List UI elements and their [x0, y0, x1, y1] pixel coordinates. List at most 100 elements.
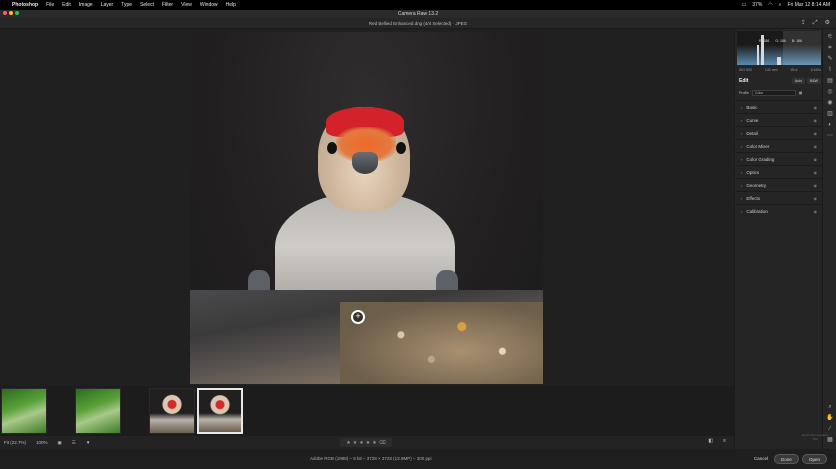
edit-title: Edit: [739, 78, 749, 84]
crop-icon[interactable]: ⌗: [826, 44, 834, 52]
delete-flag-icon[interactable]: ⌫: [379, 440, 386, 446]
section-color-mixer[interactable]: › Color Mixer ◉: [735, 139, 823, 152]
clock[interactable]: Fri Mar 12 8:14 AM: [787, 2, 830, 8]
before-after-icon[interactable]: ◧: [708, 438, 713, 444]
camera-focal: 140 mm: [764, 68, 778, 72]
histogram[interactable]: R: 186 G: 186 B: 186: [737, 31, 821, 65]
section-label: Curve: [746, 117, 759, 123]
menu-file[interactable]: File: [46, 2, 54, 8]
star-icon[interactable]: ★: [366, 440, 370, 446]
save-icon[interactable]: ⇪: [801, 18, 806, 29]
menu-select[interactable]: Select: [140, 2, 154, 8]
auto-button[interactable]: Auto: [791, 78, 806, 84]
chevron-right-icon: ›: [741, 156, 743, 162]
section-label: Color Mixer: [746, 143, 770, 149]
zoom-fit-select[interactable]: Fit (22.7%): [4, 440, 26, 445]
brush-icon[interactable]: ⌇: [826, 66, 834, 74]
filter-icon[interactable]: ▼: [86, 440, 90, 445]
section-basic[interactable]: › Basic ◉: [735, 100, 823, 113]
zoom-icon[interactable]: ⌕: [826, 403, 834, 411]
zoom-percent-select[interactable]: 100%: [36, 440, 48, 445]
section-detail[interactable]: › Detail ◉: [735, 126, 823, 139]
section-curve[interactable]: › Curve ◉: [735, 113, 823, 126]
chevron-right-icon: ›: [741, 182, 743, 188]
photo-preview[interactable]: +: [190, 32, 543, 384]
hand-icon[interactable]: ✋: [826, 414, 834, 422]
settings-icon[interactable]: ≡: [723, 438, 726, 444]
eye-icon[interactable]: ◉: [814, 118, 818, 123]
linear-gradient-icon[interactable]: ▤: [826, 77, 834, 85]
cancel-button[interactable]: Cancel: [748, 454, 774, 464]
menu-help[interactable]: Help: [226, 2, 236, 8]
eye-icon[interactable]: ◉: [814, 105, 818, 110]
chevron-right-icon: ›: [741, 117, 743, 123]
chevron-right-icon: ›: [741, 169, 743, 175]
open-button[interactable]: Open: [802, 454, 828, 464]
eye-icon[interactable]: ◉: [814, 209, 818, 214]
red-eye-icon[interactable]: ◉: [826, 99, 834, 107]
menu-window[interactable]: Window: [200, 2, 218, 8]
section-color-grading[interactable]: › Color Grading ◉: [735, 152, 823, 165]
window-controls: [3, 11, 19, 15]
eye-icon[interactable]: ◉: [814, 131, 818, 136]
section-label: Detail: [746, 130, 758, 136]
chevron-right-icon: ›: [741, 143, 743, 149]
compare-view-icon[interactable]: ▣: [58, 440, 62, 446]
close-window-button[interactable]: [3, 11, 7, 15]
section-geometry[interactable]: › Geometry ◉: [735, 178, 823, 191]
filmstrip-thumb[interactable]: [1, 388, 47, 434]
star-icon[interactable]: ★: [353, 440, 357, 446]
battery-icon[interactable]: ▭: [742, 2, 747, 8]
section-effects[interactable]: › Effects ◉: [735, 191, 823, 204]
eye-icon[interactable]: ◉: [814, 183, 818, 188]
window-titlebar: Camera Raw 13.2: [0, 10, 836, 18]
filmstrip-thumb[interactable]: [149, 388, 195, 434]
more-icon[interactable]: ⋯: [826, 132, 834, 140]
sort-icon[interactable]: ☰: [72, 440, 76, 446]
star-rating[interactable]: ★ ★ ★ ★ ★ ⌫: [340, 438, 392, 447]
eye-icon[interactable]: ◉: [814, 157, 818, 162]
snapshots-icon[interactable]: ▥: [826, 110, 834, 118]
healing-brush-icon[interactable]: ✎: [826, 55, 834, 63]
star-icon[interactable]: ★: [346, 440, 350, 446]
menu-image[interactable]: Image: [79, 2, 93, 8]
search-icon[interactable]: ⌕: [779, 2, 782, 8]
fullscreen-icon[interactable]: ⤢: [813, 18, 818, 29]
done-button[interactable]: Done: [774, 454, 799, 464]
menu-filter[interactable]: Filter: [162, 2, 173, 8]
star-icon[interactable]: ★: [372, 440, 376, 446]
filmstrip-thumb-selected[interactable]: [197, 388, 243, 434]
gear-icon[interactable]: ⚙: [825, 18, 830, 29]
profile-browser-icon[interactable]: ▦: [799, 91, 802, 95]
file-label[interactable]: Red Bellied Enhanced.dng (4/4 Selected) …: [369, 21, 467, 26]
eye-icon[interactable]: ◉: [814, 170, 818, 175]
menu-view[interactable]: View: [181, 2, 192, 8]
star-icon[interactable]: ★: [359, 440, 363, 446]
minimize-window-button[interactable]: [9, 11, 13, 15]
eyedropper-icon[interactable]: ⁄: [826, 425, 834, 433]
radial-filter-icon[interactable]: ◎: [826, 88, 834, 96]
section-optics[interactable]: › Optics ◉: [735, 165, 823, 178]
bw-button[interactable]: B&W: [807, 78, 821, 84]
section-calibration[interactable]: › Calibration ◉: [735, 204, 823, 217]
histogram-peak: [777, 57, 781, 65]
image-preview-area[interactable]: +: [0, 29, 734, 386]
workflow-options[interactable]: Adobe RGB (1998) – 8 bit – 3728 × 3728 (…: [310, 456, 431, 461]
camera-info: ISO 800 140 mm f/5.6 1/160s: [739, 68, 821, 72]
presets-icon[interactable]: ◐: [826, 121, 834, 129]
chevron-right-icon: ›: [741, 195, 743, 201]
profile-select[interactable]: Color: [751, 90, 796, 96]
filmstrip-thumb[interactable]: [75, 388, 121, 434]
zoom-window-button[interactable]: [15, 11, 19, 15]
bird-beak: [352, 152, 378, 174]
menu-layer[interactable]: Layer: [101, 2, 114, 8]
section-label: Basic: [746, 104, 758, 110]
menu-edit[interactable]: Edit: [62, 2, 71, 8]
eye-icon[interactable]: ◉: [814, 144, 818, 149]
wifi-icon[interactable]: ◠: [768, 2, 772, 8]
histogram-r: R: 186: [759, 39, 770, 43]
menu-type[interactable]: Type: [121, 2, 132, 8]
menu-app-name[interactable]: Photoshop: [12, 2, 38, 8]
eye-icon[interactable]: ◉: [814, 196, 818, 201]
edit-tool-icon[interactable]: ⚟: [826, 33, 834, 41]
